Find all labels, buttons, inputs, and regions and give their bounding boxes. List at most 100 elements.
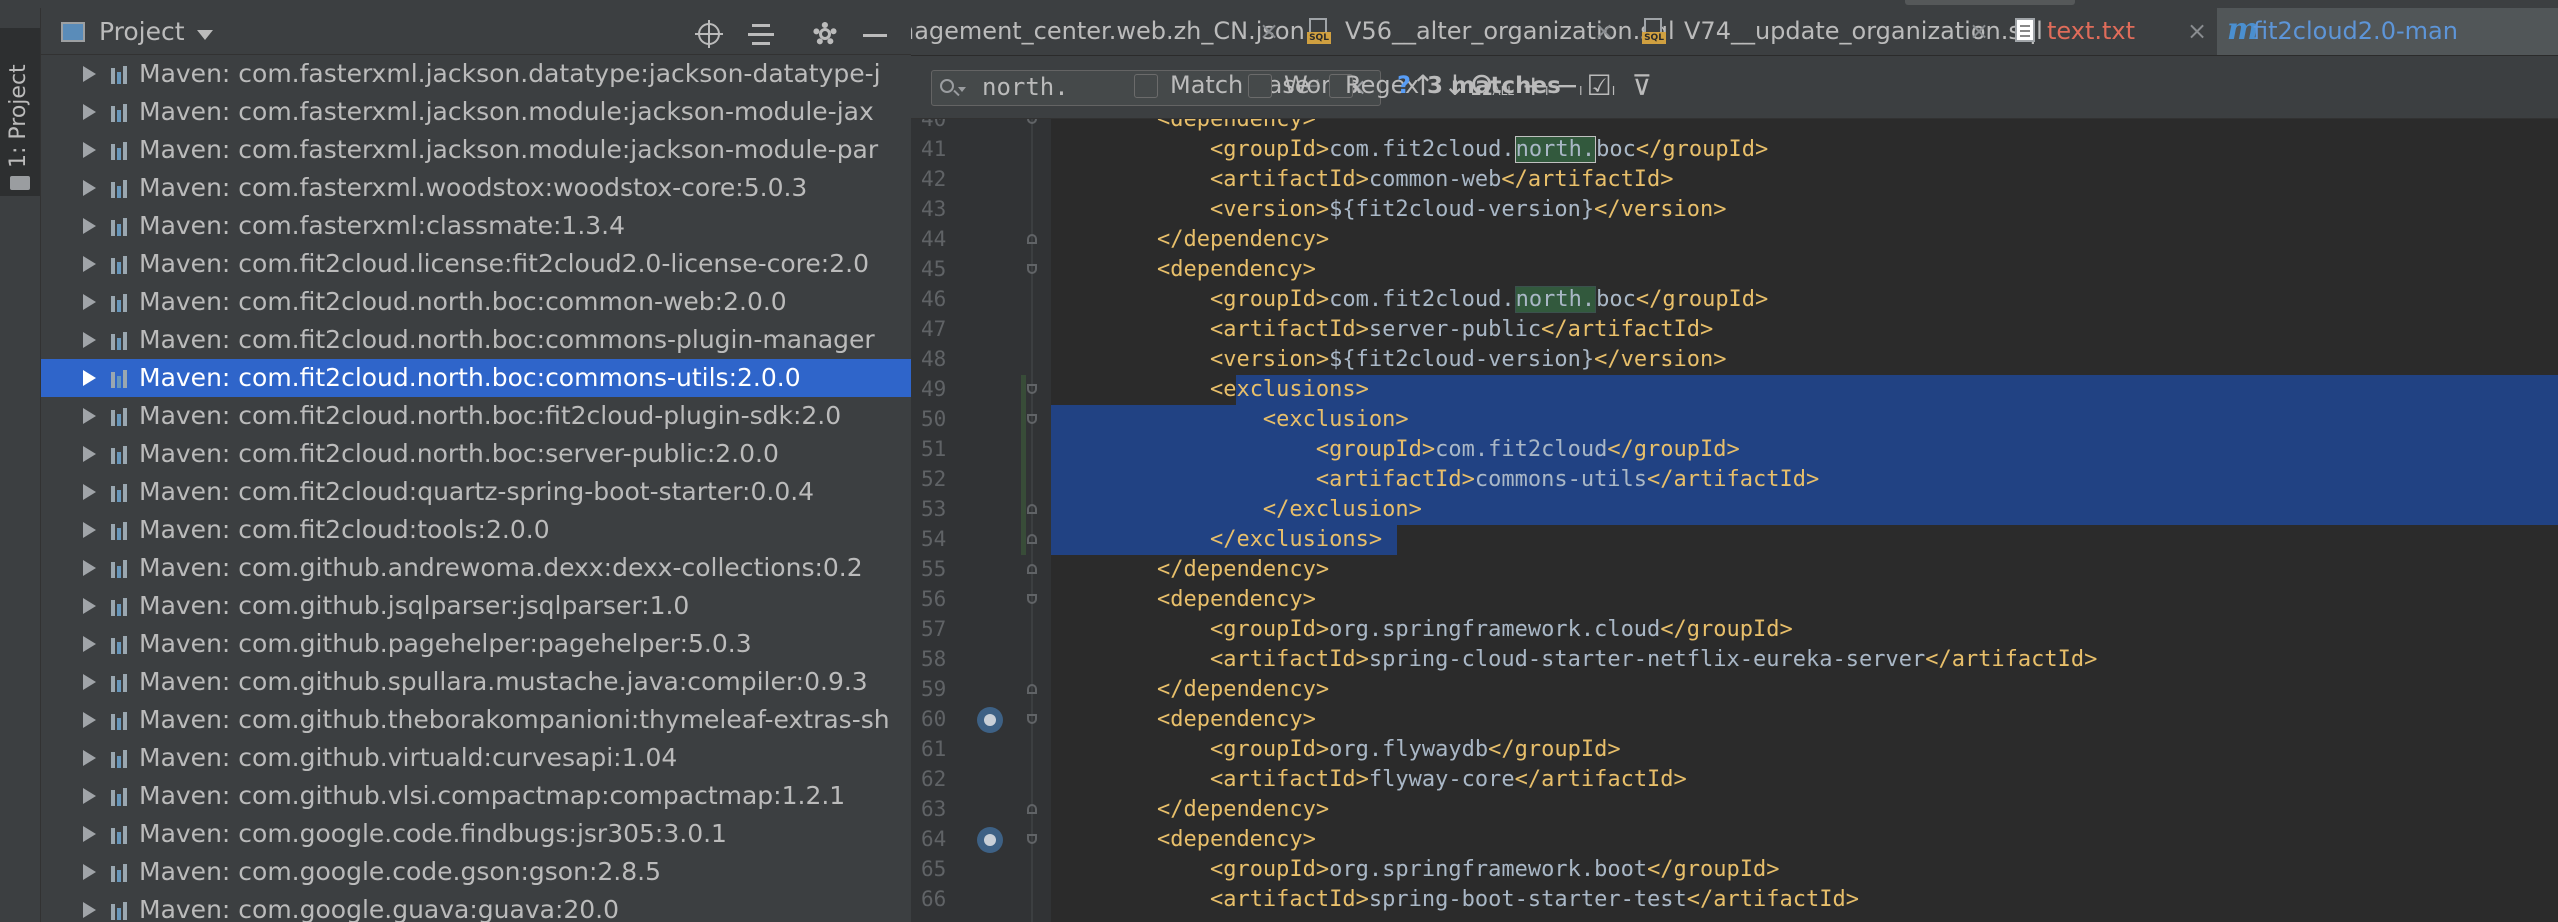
gutter-line[interactable]: 57 (911, 615, 1051, 645)
gear-icon[interactable] (811, 20, 841, 50)
gutter-line[interactable]: 64 (911, 825, 1051, 855)
gutter-line[interactable]: 49 (911, 375, 1051, 405)
expand-arrow-icon[interactable] (83, 484, 96, 500)
gutter-line[interactable]: 53 (911, 495, 1051, 525)
expand-arrow-icon[interactable] (83, 142, 96, 158)
tree-item[interactable]: Maven: com.fit2cloud:tools:2.0.0 (41, 511, 911, 549)
code-line[interactable]: <artifactId>server-public</artifactId> (1051, 315, 2558, 345)
code-line[interactable]: <exclusion> (1051, 405, 2558, 435)
expand-arrow-icon[interactable] (83, 522, 96, 538)
top-scrollbar[interactable] (1905, 0, 2075, 5)
tree-item[interactable]: Maven: com.fit2cloud.north.boc:fit2cloud… (41, 397, 911, 435)
toggle-occurrence-icon[interactable]: ☑I (1583, 68, 1619, 104)
close-tab-icon[interactable]: × (2187, 17, 2207, 45)
expand-arrow-icon[interactable] (83, 560, 96, 576)
search-query[interactable]: north. (982, 73, 1069, 101)
expand-arrow-icon[interactable] (83, 598, 96, 614)
fold-icon[interactable] (1027, 594, 1037, 604)
vcs-change-marker[interactable] (1021, 375, 1026, 555)
code-line[interactable]: <version>${fit2cloud-version}</version> (1051, 345, 2558, 375)
gutter-line[interactable]: 55 (911, 555, 1051, 585)
option-checkbox[interactable] (1248, 74, 1272, 98)
expand-arrow-icon[interactable] (83, 294, 96, 310)
gutter-line[interactable]: 61 (911, 735, 1051, 765)
expand-arrow-icon[interactable] (83, 636, 96, 652)
code-line[interactable]: <artifactId>spring-boot-starter-test</ar… (1051, 885, 2558, 915)
code-line[interactable]: <dependency> (1051, 705, 2558, 735)
tree-item[interactable]: Maven: com.fasterxml.jackson.module:jack… (41, 131, 911, 169)
code-line[interactable]: </dependency> (1051, 555, 2558, 585)
gutter-line[interactable]: 62 (911, 765, 1051, 795)
search-history-icon[interactable] (958, 87, 966, 92)
gutter-line[interactable]: 46 (911, 285, 1051, 315)
code-line[interactable]: <artifactId>commons-utils</artifactId> (1051, 465, 2558, 495)
locate-file-icon[interactable] (695, 20, 725, 50)
unfold-icon[interactable] (1027, 564, 1037, 574)
tree-item[interactable]: Maven: com.github.jsqlparser:jsqlparser:… (41, 587, 911, 625)
tree-item[interactable]: Maven: com.fit2cloud.north.boc:commons-u… (41, 359, 911, 397)
tree-item[interactable]: Maven: com.fasterxml.woodstox:woodstox-c… (41, 169, 911, 207)
expand-arrow-icon[interactable] (83, 180, 96, 196)
overridden-icon[interactable] (977, 827, 1003, 853)
code-line[interactable]: <dependency> (1051, 255, 2558, 285)
code-line[interactable]: <groupId>org.springframework.cloud</grou… (1051, 615, 2558, 645)
unfold-icon[interactable] (1027, 534, 1037, 544)
tree-item[interactable]: Maven: com.fasterxml.jackson.datatype:ja… (41, 55, 911, 93)
unfold-icon[interactable] (1027, 504, 1037, 514)
code-line[interactable]: </dependency> (1051, 795, 2558, 825)
expand-arrow-icon[interactable] (83, 408, 96, 424)
code-line[interactable]: <dependency> (1051, 585, 2558, 615)
tree-item[interactable]: Maven: com.github.spullara.mustache.java… (41, 663, 911, 701)
tree-item[interactable]: Maven: com.fit2cloud:quartz-spring-boot-… (41, 473, 911, 511)
fold-icon[interactable] (1027, 834, 1037, 844)
fold-icon[interactable] (1027, 264, 1037, 274)
gutter-line[interactable]: 60 (911, 705, 1051, 735)
code-line[interactable]: </exclusion> (1051, 495, 2558, 525)
gutter-line[interactable]: 50 (911, 405, 1051, 435)
gutter-line[interactable]: 56 (911, 585, 1051, 615)
expand-arrow-icon[interactable] (83, 750, 96, 766)
expand-arrow-icon[interactable] (83, 370, 96, 386)
gutter-line[interactable]: 52 (911, 465, 1051, 495)
expand-arrow-icon[interactable] (83, 256, 96, 272)
code-line[interactable]: <groupId>com.fit2cloud.north.boc</groupI… (1051, 285, 2558, 315)
gutter-line[interactable]: 41 (911, 135, 1051, 165)
expand-arrow-icon[interactable] (83, 674, 96, 690)
code-line[interactable]: </dependency> (1051, 675, 2558, 705)
expand-arrow-icon[interactable] (83, 902, 96, 918)
editor-tab[interactable]: m fit2cloud2.0-man (2217, 8, 2558, 55)
expand-arrow-icon[interactable] (83, 104, 96, 120)
code-line[interactable]: <groupId>org.springframework.boot</group… (1051, 855, 2558, 885)
tree-item[interactable]: Maven: com.github.vlsi.compactmap:compac… (41, 777, 911, 815)
gutter-line[interactable]: 47 (911, 315, 1051, 345)
unfold-icon[interactable] (1027, 804, 1037, 814)
chevron-down-icon[interactable] (197, 30, 213, 40)
minimize-icon[interactable] (861, 20, 891, 50)
tree-item[interactable]: Maven: com.google.code.findbugs:jsr305:3… (41, 815, 911, 853)
code-line[interactable]: </exclusions> (1051, 525, 2558, 555)
editor-tab[interactable]: text.txt × (1999, 8, 2217, 55)
fold-icon[interactable] (1027, 119, 1037, 124)
close-tab-icon[interactable]: × (1259, 17, 1279, 45)
regex-help-icon[interactable]: ? (1397, 71, 1411, 99)
project-view-title[interactable]: Project (99, 17, 185, 46)
unfold-icon[interactable] (1027, 234, 1037, 244)
expand-arrow-icon[interactable] (83, 446, 96, 462)
gutter-line[interactable]: 48 (911, 345, 1051, 375)
code-editor[interactable]: 40 41 42 43 44 45 46 47 48 49 50 51 52 53 54 55 56 57 58 59… (911, 119, 2558, 922)
expand-arrow-icon[interactable] (83, 712, 96, 728)
gutter-line[interactable]: 58 (911, 645, 1051, 675)
code-line[interactable]: <artifactId>spring-cloud-starter-netflix… (1051, 645, 2558, 675)
code-line[interactable]: <groupId>org.flywaydb</groupId> (1051, 735, 2558, 765)
expand-arrow-icon[interactable] (83, 66, 96, 82)
tree-item[interactable]: Maven: com.fit2cloud.north.boc:common-we… (41, 283, 911, 321)
close-tab-icon[interactable]: × (1969, 17, 1989, 45)
collapse-all-icon[interactable] (746, 20, 776, 50)
editor-tab[interactable]: nagement_center.web.zh_CN.json × (911, 8, 1305, 55)
code-line[interactable]: <groupId>com.fit2cloud.north.boc</groupI… (1051, 135, 2558, 165)
tree-item[interactable]: Maven: com.github.pagehelper:pagehelper:… (41, 625, 911, 663)
unfold-icon[interactable] (1027, 684, 1037, 694)
tree-item[interactable]: Maven: com.fit2cloud.north.boc:server-pu… (41, 435, 911, 473)
project-tool-tab[interactable]: 1: Project (0, 28, 40, 196)
tree-item[interactable]: Maven: com.google.code.gson:gson:2.8.5 (41, 853, 911, 891)
